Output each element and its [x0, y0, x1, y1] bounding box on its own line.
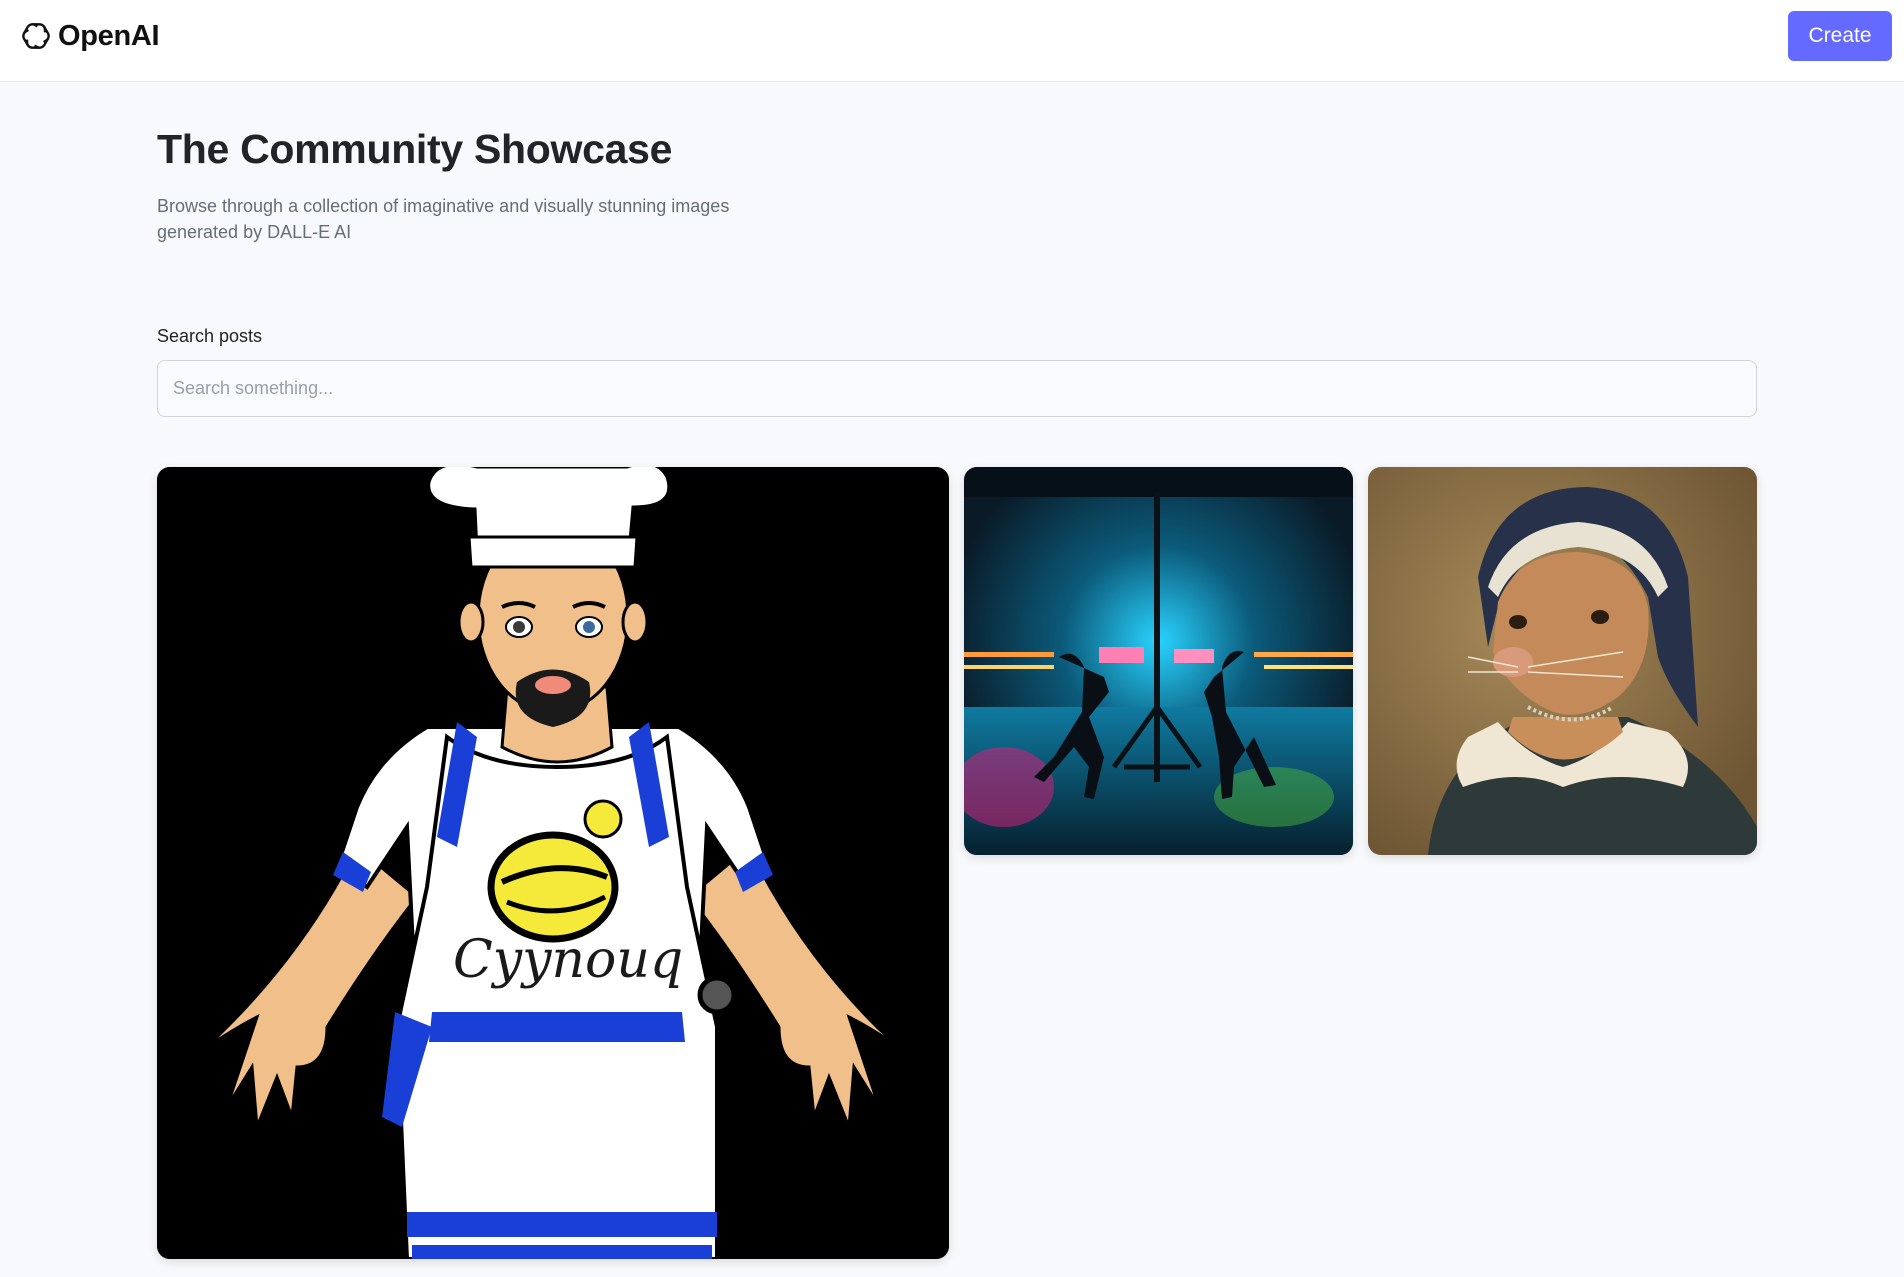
search-input[interactable]	[157, 360, 1757, 417]
create-button[interactable]: Create	[1788, 11, 1892, 61]
openai-logo-icon	[22, 23, 50, 49]
renaissance-animal-portrait-image	[1368, 467, 1757, 855]
page-subtitle: Browse through a collection of imaginati…	[157, 196, 730, 242]
post-card-chef[interactable]: Cyynouq	[157, 467, 949, 1259]
post-card-neon[interactable]	[964, 467, 1353, 855]
top-navbar: OpenAI Create	[0, 0, 1904, 82]
neon-fighters-image	[964, 467, 1353, 855]
search-label: Search posts	[157, 326, 263, 346]
post-card-portrait[interactable]	[1368, 467, 1757, 855]
svg-text:Cyynouq: Cyynouq	[453, 930, 683, 990]
logo-link[interactable]: OpenAI	[18, 16, 160, 56]
cartoon-chef-image: Cyynouq	[157, 467, 949, 1259]
logo-text: OpenAI	[58, 19, 160, 52]
page-title: The Community Showcase	[157, 126, 673, 172]
